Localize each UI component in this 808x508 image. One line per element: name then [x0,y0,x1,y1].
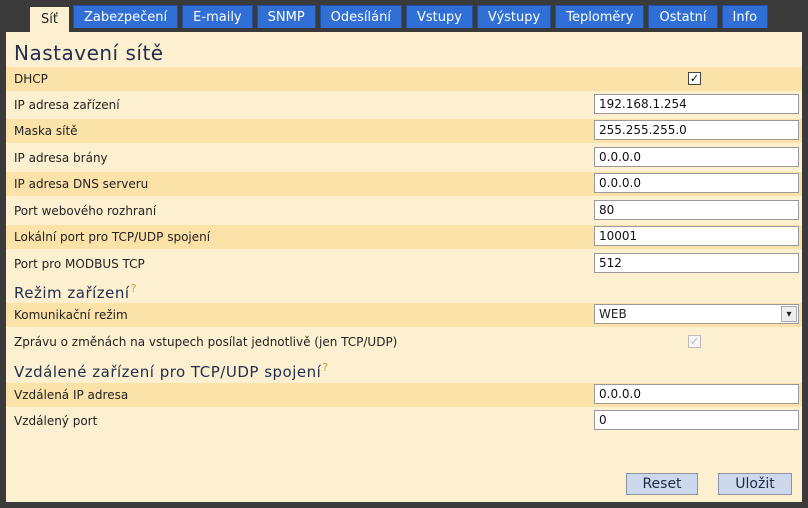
remote-ip-input[interactable] [594,384,799,404]
comm-mode-select[interactable]: WEB ▾ [594,304,799,324]
remote-heading: Vzdálené zařízení pro TCP/UDP spojení? [14,361,329,381]
dns-input[interactable] [594,173,799,193]
tab-zabezpeceni[interactable]: Zabezpečení [72,5,179,28]
page-title: Nastavení sítě [14,41,164,65]
check-icon: ✓ [689,335,700,348]
localport-input[interactable] [594,226,799,246]
modbus-input[interactable] [594,253,799,273]
tab-teplomery[interactable]: Teploměry [555,5,645,28]
remote-port-label: Vzdálený port [14,414,98,428]
tab-odesilani[interactable]: Odesílání [319,5,402,28]
mode-heading: Režim zařízení? [14,282,137,302]
remote-heading-text: Vzdálené zařízení pro TCP/UDP spojení [14,363,322,381]
dns-row: IP adresa DNS serveru [6,172,802,196]
reset-button[interactable]: Reset [626,473,698,495]
webport-row: Port webového rozhraní [6,199,802,223]
dns-label: IP adresa DNS serveru [14,177,149,191]
dhcp-row: DHCP ✓ [6,67,802,91]
remote-ip-label: Vzdálená IP adresa [14,388,129,402]
tab-snmp[interactable]: SNMP [256,5,316,28]
webport-input[interactable] [594,200,799,220]
help-icon[interactable]: ? [131,282,137,295]
settings-panel: Nastavení sítě DHCP ✓ IP adresa zařízení… [6,32,802,502]
mask-label: Maska sítě [14,124,78,138]
comm-mode-label: Komunikační režim [14,308,128,322]
gateway-label: IP adresa brány [14,151,108,165]
comm-mode-value: WEB [599,307,627,321]
separate-checkbox[interactable]: ✓ [688,335,701,348]
save-button[interactable]: Uložit [718,473,792,495]
mode-heading-text: Režim zařízení [14,284,130,302]
tab-info[interactable]: Info [721,5,769,28]
localport-row: Lokální port pro TCP/UDP spojení [6,225,802,249]
separate-row: Zprávu o změnách na vstupech posílat jed… [6,330,802,354]
dhcp-label: DHCP [14,72,48,86]
tab-sit[interactable]: Síť [30,7,69,34]
gateway-input[interactable] [594,147,799,167]
localport-label: Lokální port pro TCP/UDP spojení [14,230,211,244]
modbus-row: Port pro MODBUS TCP [6,252,802,276]
help-icon[interactable]: ? [322,361,328,374]
dhcp-checkbox[interactable]: ✓ [688,72,701,85]
tab-vystupy[interactable]: Výstupy [476,5,552,28]
gateway-row: IP adresa brány [6,146,802,170]
ip-input[interactable] [594,94,799,114]
mask-input[interactable] [594,120,799,140]
chevron-down-icon[interactable]: ▾ [781,306,797,322]
remote-port-input[interactable] [594,410,799,430]
remote-ip-row: Vzdálená IP adresa [6,383,802,407]
ip-label: IP adresa zařízení [14,98,120,112]
tab-emaily[interactable]: E-maily [182,5,253,28]
tab-vstupy[interactable]: Vstupy [405,5,473,28]
tab-bar: Síť Zabezpečení E-maily SNMP Odesílání V… [30,5,772,34]
tab-ostatni[interactable]: Ostatní [648,5,718,28]
mask-row: Maska sítě [6,119,802,143]
check-icon: ✓ [689,72,700,85]
webport-label: Port webového rozhraní [14,204,157,218]
separate-label: Zprávu o změnách na vstupech posílat jed… [14,335,398,349]
remote-port-row: Vzdálený port [6,409,802,433]
ip-row: IP adresa zařízení [6,93,802,117]
comm-mode-row: Komunikační režim WEB ▾ [6,303,802,327]
modbus-label: Port pro MODBUS TCP [14,257,145,271]
